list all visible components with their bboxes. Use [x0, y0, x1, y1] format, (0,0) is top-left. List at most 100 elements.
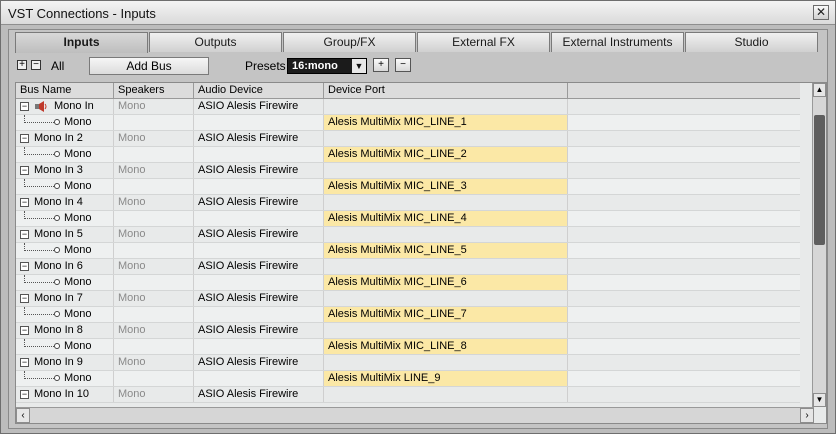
tab-external-fx[interactable]: External FX: [417, 32, 550, 52]
device-port-cell[interactable]: [324, 355, 568, 370]
device-port-cell[interactable]: [324, 323, 568, 338]
col-header-speakers[interactable]: Speakers: [114, 83, 194, 99]
speakers-cell[interactable]: Mono: [114, 131, 194, 146]
table-row[interactable]: − Mono In 8 Mono ASIO Alesis Firewire: [16, 323, 800, 339]
scroll-thumb[interactable]: [814, 115, 825, 245]
tab-group-fx[interactable]: Group/FX: [283, 32, 416, 52]
collapse-icon[interactable]: −: [20, 326, 29, 335]
table-row-channel[interactable]: Mono Alesis MultiMix MIC_LINE_4: [16, 211, 800, 227]
device-port-select[interactable]: Alesis MultiMix MIC_LINE_3: [324, 179, 568, 194]
table-row-channel[interactable]: Mono Alesis MultiMix LINE_9: [16, 371, 800, 387]
table-row[interactable]: − Mono In 5 Mono ASIO Alesis Firewire: [16, 227, 800, 243]
collapse-all-icon[interactable]: −: [31, 60, 41, 70]
table-row-channel[interactable]: Mono Alesis MultiMix MIC_LINE_5: [16, 243, 800, 259]
device-port-select[interactable]: Alesis MultiMix LINE_9: [324, 371, 568, 386]
table-row[interactable]: − Mono In 3 Mono ASIO Alesis Firewire: [16, 163, 800, 179]
speakers-cell[interactable]: Mono: [114, 99, 194, 114]
speakers-cell[interactable]: Mono: [114, 355, 194, 370]
table-row-channel[interactable]: Mono Alesis MultiMix MIC_LINE_6: [16, 275, 800, 291]
audio-device-cell[interactable]: ASIO Alesis Firewire: [194, 355, 324, 370]
channel-name-cell[interactable]: Mono: [16, 179, 114, 194]
col-header-audio-device[interactable]: Audio Device: [194, 83, 324, 99]
table-row[interactable]: − Mono In Mono ASIO Alesis Firewire: [16, 99, 800, 115]
device-port-cell[interactable]: [324, 291, 568, 306]
remove-preset-icon[interactable]: −: [395, 58, 411, 72]
table-row[interactable]: − Mono In 4 Mono ASIO Alesis Firewire: [16, 195, 800, 211]
device-port-cell[interactable]: [324, 259, 568, 274]
table-row-channel[interactable]: Mono Alesis MultiMix MIC_LINE_8: [16, 339, 800, 355]
table-row[interactable]: − Mono In 9 Mono ASIO Alesis Firewire: [16, 355, 800, 371]
table-row-channel[interactable]: Mono Alesis MultiMix MIC_LINE_1: [16, 115, 800, 131]
device-port-cell[interactable]: [324, 195, 568, 210]
close-icon[interactable]: ✕: [813, 5, 829, 20]
channel-name-cell[interactable]: Mono: [16, 307, 114, 322]
device-port-select[interactable]: Alesis MultiMix MIC_LINE_1: [324, 115, 568, 130]
device-port-cell[interactable]: [324, 99, 568, 114]
audio-device-cell[interactable]: ASIO Alesis Firewire: [194, 195, 324, 210]
vertical-scrollbar[interactable]: ▲ ▼: [812, 83, 826, 407]
collapse-icon[interactable]: −: [20, 390, 29, 399]
channel-name-cell[interactable]: Mono: [16, 147, 114, 162]
bus-name-cell[interactable]: − Mono In 10: [16, 387, 114, 402]
bus-name-cell[interactable]: − Mono In 3: [16, 163, 114, 178]
tab-external-instruments[interactable]: External Instruments: [551, 32, 684, 52]
audio-device-cell[interactable]: ASIO Alesis Firewire: [194, 291, 324, 306]
bus-name-cell[interactable]: − Mono In 8: [16, 323, 114, 338]
bus-name-cell[interactable]: − Mono In: [16, 99, 114, 114]
scroll-up-icon[interactable]: ▲: [813, 83, 826, 97]
table-row[interactable]: − Mono In 2 Mono ASIO Alesis Firewire: [16, 131, 800, 147]
scroll-left-icon[interactable]: ‹: [16, 408, 30, 423]
device-port-select[interactable]: Alesis MultiMix MIC_LINE_4: [324, 211, 568, 226]
chevron-down-icon[interactable]: ▼: [352, 59, 366, 73]
device-port-select[interactable]: Alesis MultiMix MIC_LINE_7: [324, 307, 568, 322]
audio-device-cell[interactable]: ASIO Alesis Firewire: [194, 323, 324, 338]
device-port-cell[interactable]: [324, 131, 568, 146]
collapse-icon[interactable]: −: [20, 262, 29, 271]
table-row[interactable]: − Mono In 10 Mono ASIO Alesis Firewire: [16, 387, 800, 403]
speakers-cell[interactable]: Mono: [114, 227, 194, 242]
device-port-cell[interactable]: [324, 163, 568, 178]
audio-device-cell[interactable]: ASIO Alesis Firewire: [194, 131, 324, 146]
speakers-cell[interactable]: Mono: [114, 323, 194, 338]
collapse-icon[interactable]: −: [20, 134, 29, 143]
device-port-select[interactable]: Alesis MultiMix MIC_LINE_6: [324, 275, 568, 290]
speakers-cell[interactable]: Mono: [114, 291, 194, 306]
store-preset-icon[interactable]: +: [373, 58, 389, 72]
channel-name-cell[interactable]: Mono: [16, 211, 114, 226]
tab-inputs[interactable]: Inputs: [15, 32, 148, 53]
col-header-bus-name[interactable]: Bus Name: [16, 83, 114, 99]
table-row-channel[interactable]: Mono Alesis MultiMix MIC_LINE_2: [16, 147, 800, 163]
bus-name-cell[interactable]: − Mono In 9: [16, 355, 114, 370]
tab-outputs[interactable]: Outputs: [149, 32, 282, 52]
table-row-channel[interactable]: Mono Alesis MultiMix MIC_LINE_3: [16, 179, 800, 195]
add-bus-button[interactable]: Add Bus: [89, 57, 209, 75]
channel-name-cell[interactable]: Mono: [16, 243, 114, 258]
scroll-right-icon[interactable]: ›: [800, 408, 814, 423]
speakers-cell[interactable]: Mono: [114, 259, 194, 274]
tab-studio[interactable]: Studio: [685, 32, 818, 52]
audio-device-cell[interactable]: ASIO Alesis Firewire: [194, 227, 324, 242]
speakers-cell[interactable]: Mono: [114, 387, 194, 402]
bus-name-cell[interactable]: − Mono In 7: [16, 291, 114, 306]
presets-dropdown[interactable]: 16:mono ▼: [287, 58, 367, 74]
speakers-cell[interactable]: Mono: [114, 195, 194, 210]
channel-name-cell[interactable]: Mono: [16, 275, 114, 290]
title-bar[interactable]: VST Connections - Inputs ✕: [1, 1, 835, 25]
channel-name-cell[interactable]: Mono: [16, 371, 114, 386]
channel-name-cell[interactable]: Mono: [16, 339, 114, 354]
device-port-select[interactable]: Alesis MultiMix MIC_LINE_8: [324, 339, 568, 354]
device-port-select[interactable]: Alesis MultiMix MIC_LINE_2: [324, 147, 568, 162]
bus-name-cell[interactable]: − Mono In 2: [16, 131, 114, 146]
channel-name-cell[interactable]: Mono: [16, 115, 114, 130]
speakers-cell[interactable]: Mono: [114, 163, 194, 178]
device-port-cell[interactable]: [324, 227, 568, 242]
audio-device-cell[interactable]: ASIO Alesis Firewire: [194, 99, 324, 114]
collapse-icon[interactable]: −: [20, 358, 29, 367]
audio-device-cell[interactable]: ASIO Alesis Firewire: [194, 387, 324, 402]
collapse-icon[interactable]: −: [20, 198, 29, 207]
horizontal-scrollbar[interactable]: ‹ ›: [16, 407, 814, 423]
table-row[interactable]: − Mono In 6 Mono ASIO Alesis Firewire: [16, 259, 800, 275]
bus-name-cell[interactable]: − Mono In 5: [16, 227, 114, 242]
scroll-down-icon[interactable]: ▼: [813, 393, 826, 407]
col-header-device-port[interactable]: Device Port: [324, 83, 568, 99]
